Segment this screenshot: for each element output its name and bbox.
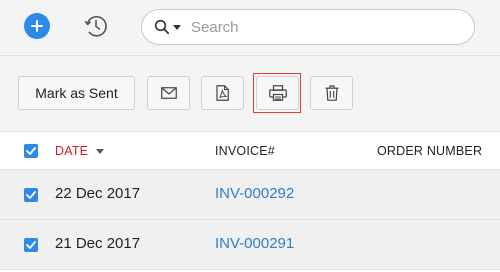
table-header: DATE INVOICE# ORDER NUMBER — [0, 131, 500, 170]
envelope-icon — [160, 87, 177, 99]
trash-icon — [325, 85, 338, 101]
column-header-date[interactable]: DATE — [55, 144, 105, 158]
history-icon — [84, 15, 107, 37]
action-toolbar: Mark as Sent — [0, 55, 500, 131]
pdf-icon — [216, 85, 229, 101]
column-header-order-number[interactable]: ORDER NUMBER — [377, 144, 482, 158]
add-button[interactable] — [24, 13, 50, 39]
table-row[interactable]: 22 Dec 2017 INV-000292 — [0, 170, 500, 220]
row-checkbox[interactable] — [24, 238, 38, 252]
email-button[interactable] — [147, 76, 190, 110]
checkmark-icon — [26, 147, 36, 155]
pdf-button[interactable] — [201, 76, 244, 110]
table-row[interactable]: 21 Dec 2017 INV-000291 — [0, 220, 500, 270]
search-input[interactable] — [191, 18, 441, 36]
search-icon[interactable] — [154, 19, 170, 35]
checkmark-icon — [26, 241, 36, 249]
sort-descending-icon[interactable] — [96, 148, 105, 154]
invoice-number-link[interactable]: INV-000291 — [215, 235, 294, 252]
invoice-date: 21 Dec 2017 — [55, 235, 141, 252]
mark-as-sent-button[interactable]: Mark as Sent — [18, 76, 135, 110]
plus-icon — [31, 20, 43, 32]
column-header-invoice[interactable]: INVOICE# — [215, 144, 275, 158]
invoice-date: 22 Dec 2017 — [55, 185, 141, 202]
search-bar[interactable] — [141, 9, 475, 45]
delete-button[interactable] — [310, 76, 353, 110]
printer-icon — [268, 85, 287, 101]
row-checkbox[interactable] — [24, 188, 38, 202]
search-filter-dropdown-icon[interactable] — [173, 24, 181, 30]
print-button[interactable] — [256, 76, 299, 110]
history-button[interactable] — [82, 12, 110, 40]
select-all-checkbox[interactable] — [24, 144, 38, 158]
column-header-date-label: DATE — [55, 144, 89, 158]
checkmark-icon — [26, 191, 36, 199]
invoice-number-link[interactable]: INV-000292 — [215, 185, 294, 202]
top-bar — [0, 0, 500, 55]
